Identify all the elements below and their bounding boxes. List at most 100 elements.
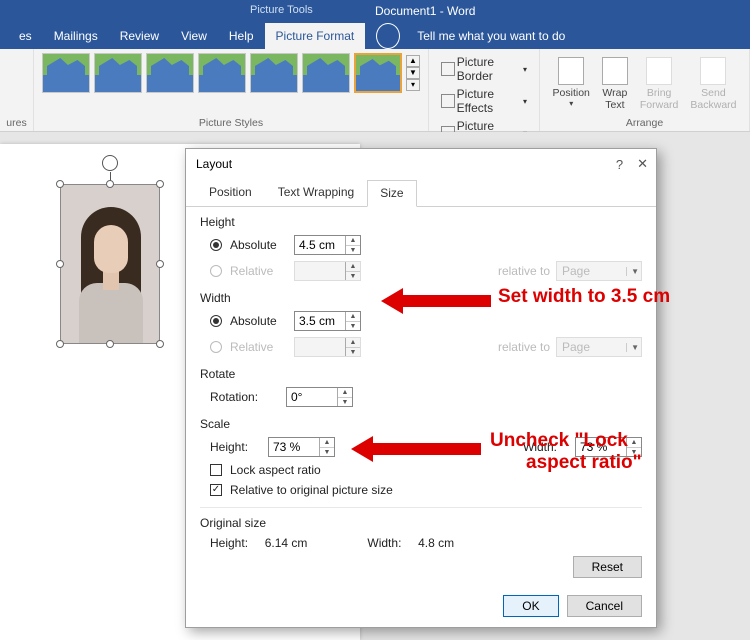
ribbon-tabs: es Mailings Review View Help Picture For… [0,23,750,49]
height-absolute-field[interactable] [295,236,345,254]
wrap-text-button[interactable]: Wrap Text [596,57,634,111]
relative-original-checkbox[interactable] [210,484,222,496]
tab-references-partial[interactable]: es [8,23,43,49]
ribbon-group-picture-styles: ▲▼▾ Picture Styles [34,49,429,131]
picture-style-thumb[interactable] [146,53,194,93]
group-label-styles: Picture Styles [199,117,263,131]
width-relative-input: ▲▼ [294,337,361,357]
resize-handle[interactable] [106,180,114,188]
picture-style-thumb[interactable] [302,53,350,93]
resize-handle[interactable] [156,340,164,348]
tab-review[interactable]: Review [109,23,170,49]
spin-up-icon[interactable]: ▲ [346,312,360,322]
rotation-input[interactable]: ▲▼ [286,387,353,407]
width-absolute-field[interactable] [295,312,345,330]
spin-up-icon[interactable]: ▲ [320,438,334,448]
document-title: Document1 - Word [375,4,475,18]
title-bar: Picture Tools Document1 - Word [0,0,750,23]
scale-height-input[interactable]: ▲▼ [268,437,335,457]
picture-style-thumb[interactable] [198,53,246,93]
callout-lock-aspect: Uncheck "Lock aspect ratio" [490,430,642,474]
tab-picture-format[interactable]: Picture Format [265,23,366,49]
bring-forward-icon [646,57,672,85]
picture-effects-button[interactable]: Picture Effects▾ [437,85,531,117]
resize-handle[interactable] [56,260,64,268]
height-absolute-input[interactable]: ▲▼ [294,235,361,255]
rotate-section: Rotate Rotation: ▲▼ [200,367,642,407]
picture-style-thumb[interactable] [94,53,142,93]
rotate-handle-icon[interactable] [102,155,118,171]
contextual-tab-label: Picture Tools [250,4,313,16]
section-label: Rotate [200,367,642,381]
resize-handle[interactable] [156,260,164,268]
scale-height-label: Height: [210,440,260,454]
ribbon-group-picture-options: Picture Border▾ Picture Effects▾ Picture… [429,49,540,131]
help-button[interactable]: ? [616,157,623,172]
rotation-label: Rotation: [210,390,278,404]
section-label: Height [200,215,642,229]
dialog-title-bar[interactable]: Layout ? ✕ [186,149,656,179]
picture-style-thumb[interactable] [42,53,90,93]
selected-picture[interactable] [60,184,160,344]
absolute-label: Absolute [230,238,286,252]
picture-style-thumb[interactable] [250,53,298,93]
lock-aspect-ratio-checkbox[interactable] [210,464,222,476]
section-label: Original size [200,516,642,530]
tab-mailings[interactable]: Mailings [43,23,109,49]
send-backward-icon [700,57,726,85]
bring-forward-button: Bring Forward [634,57,685,111]
resize-handle[interactable] [56,180,64,188]
layout-dialog: Layout ? ✕ Position Text Wrapping Size H… [185,148,657,628]
spin-down-icon[interactable]: ▼ [346,322,360,331]
spin-up-icon[interactable]: ▲ [338,388,352,398]
height-section: Height Absolute ▲▼ Relative ▲▼ relative … [200,215,642,281]
height-relative-to-combo: Page▼ [556,261,642,281]
lightbulb-icon [376,23,400,49]
height-absolute-radio[interactable] [210,239,222,251]
picture-border-button[interactable]: Picture Border▾ [437,53,531,85]
group-label-stub: ures [6,117,26,131]
resize-handle[interactable] [56,340,64,348]
spin-down-icon[interactable]: ▼ [346,246,360,255]
relative-label: Relative [230,264,286,278]
ok-button[interactable]: OK [503,595,558,617]
chevron-down-icon: ▼ [626,267,639,276]
orig-height-label: Height: [210,536,248,550]
spin-down-icon[interactable]: ▼ [320,448,334,457]
tell-me-label: Tell me what you want to do [406,23,576,49]
border-icon [441,62,455,76]
picture-style-thumb-selected[interactable] [354,53,402,93]
styles-gallery: ▲▼▾ [42,53,420,93]
tab-view[interactable]: View [170,23,218,49]
width-absolute-radio[interactable] [210,315,222,327]
dialog-title: Layout [196,157,232,171]
orig-width-label: Width: [367,536,401,550]
ribbon-group-stub: ures [0,49,34,131]
width-absolute-input[interactable]: ▲▼ [294,311,361,331]
dialog-footer: OK Cancel [503,595,642,617]
spin-down-icon[interactable]: ▼ [338,398,352,407]
tab-help[interactable]: Help [218,23,265,49]
tab-text-wrapping[interactable]: Text Wrapping [265,179,367,206]
rotation-field[interactable] [287,388,337,406]
spin-up-icon[interactable]: ▲ [346,236,360,246]
original-size-section: Original size Height: 6.14 cm Width: 4.8… [200,516,642,578]
position-icon [558,57,584,85]
tell-me-search[interactable]: Tell me what you want to do [365,23,587,49]
separator [200,507,642,508]
callout-width: Set width to 3.5 cm [498,286,670,308]
close-button[interactable]: ✕ [637,156,648,172]
lock-aspect-ratio-label: Lock aspect ratio [230,463,321,477]
reset-button[interactable]: Reset [573,556,642,578]
position-button[interactable]: Position▾ [547,57,596,111]
arrow-icon [351,436,481,467]
style-gallery-more[interactable]: ▲▼▾ [406,55,420,91]
resize-handle[interactable] [106,340,114,348]
resize-handle[interactable] [156,180,164,188]
cancel-button[interactable]: Cancel [567,595,642,617]
chevron-down-icon: ▼ [626,343,639,352]
tab-position[interactable]: Position [196,179,265,206]
scale-height-field[interactable] [269,438,319,456]
relative-to-label: relative to [498,340,550,354]
tab-size[interactable]: Size [367,180,416,207]
